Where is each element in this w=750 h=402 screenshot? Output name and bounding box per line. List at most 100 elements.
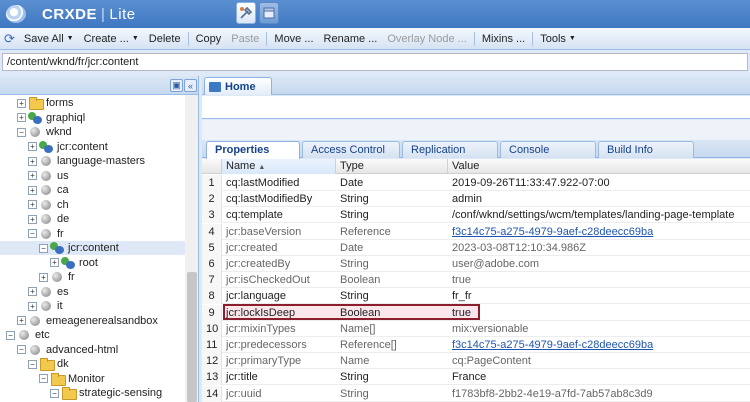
collapse-icon[interactable]: − xyxy=(39,243,48,253)
tree-node[interactable]: + emeagenerealsandbox xyxy=(0,314,190,328)
expand-icon[interactable]: + xyxy=(17,98,26,108)
tree-node[interactable]: + it xyxy=(0,299,190,313)
table-row[interactable]: 4 jcr:baseVersion Reference f3c14c75-a275-4… xyxy=(202,223,750,240)
tab-console[interactable]: Console xyxy=(500,141,596,158)
toolbar-paste-button[interactable]: Paste xyxy=(226,30,264,48)
expand-icon[interactable]: + xyxy=(39,272,48,282)
tree-node[interactable]: − Monitor xyxy=(0,372,190,386)
collapse-icon[interactable]: − xyxy=(39,374,48,383)
cell-type: String xyxy=(340,371,369,384)
table-row[interactable]: 11 jcr:predecessors Reference[] f3c14c75-a2… xyxy=(202,337,750,353)
tree-node[interactable]: − etc xyxy=(0,328,190,342)
expand-icon[interactable]: + xyxy=(17,316,26,325)
collapse-panel-icon[interactable]: « xyxy=(184,79,197,92)
toolbar-delete-button[interactable]: Delete xyxy=(144,30,186,48)
collapse-icon[interactable]: − xyxy=(28,229,37,238)
collapse-icon[interactable]: − xyxy=(17,345,26,354)
package-manager-icon[interactable] xyxy=(259,2,279,24)
tree-node[interactable]: + us xyxy=(0,169,190,183)
tree-node[interactable]: − dk xyxy=(0,357,190,371)
table-row[interactable]: 5 jcr:created Date 2023-03-08T12:10:34.986Z xyxy=(202,239,750,256)
collapse-icon[interactable]: − xyxy=(28,359,37,369)
cell-value[interactable]: f3c14c75-a275-4979-9aef-c28deecc69ba xyxy=(448,337,748,353)
expand-icon[interactable]: + xyxy=(28,185,37,195)
tree-node[interactable]: + forms xyxy=(0,96,190,110)
toolbar-copy-button[interactable]: Copy xyxy=(191,30,227,48)
develop-tools-icon[interactable] xyxy=(236,2,256,24)
cell-num: 1 xyxy=(202,175,222,191)
toolbar-tools-button[interactable]: Tools ▼ xyxy=(535,30,581,48)
column-header-value[interactable]: Value xyxy=(448,159,750,174)
tree-node[interactable]: − strategic-sensing xyxy=(0,386,190,400)
tree-node[interactable]: + de xyxy=(0,212,190,226)
table-row[interactable]: 14 jcr:uuid String f1783bf8-2bb2-4e19-a7fd-… xyxy=(202,385,750,402)
tree-node[interactable]: + ch xyxy=(0,198,190,212)
tree-node[interactable]: − fr xyxy=(0,227,190,241)
node-icon xyxy=(39,228,54,240)
tree-scrollbar-thumb[interactable] xyxy=(187,272,197,402)
table-row[interactable]: 3 cq:template String/conf/wknd/settings/wc… xyxy=(202,207,750,224)
expand-icon[interactable]: + xyxy=(28,171,37,180)
properties-grid: Name ▲ Type Value 1 cq:lastModified Date 201… xyxy=(202,159,750,402)
tab-properties[interactable]: Properties xyxy=(206,141,300,159)
toolbar-create-button[interactable]: Create ... ▼ xyxy=(79,30,144,48)
table-row[interactable]: 12 jcr:primaryType Name cq:PageContent xyxy=(202,353,750,370)
expand-icon[interactable]: + xyxy=(28,142,37,151)
refresh-icon[interactable]: ⟳ xyxy=(4,31,15,47)
expand-icon[interactable]: + xyxy=(28,200,37,209)
collapse-icon[interactable]: − xyxy=(50,388,59,398)
toolbar-move-button[interactable]: Move ... xyxy=(269,30,318,48)
component-icon xyxy=(28,111,43,124)
expand-icon[interactable]: + xyxy=(50,258,59,267)
toolbar-overlay-node-button[interactable]: Overlay Node ... xyxy=(382,30,471,48)
cell-value[interactable]: f3c14c75-a275-4979-9aef-c28deecc69ba xyxy=(448,224,748,240)
tree-node[interactable]: + graphiql xyxy=(0,111,190,125)
collapse-icon[interactable]: − xyxy=(17,127,26,137)
table-row[interactable]: 13 jcr:title String France xyxy=(202,369,750,386)
tab-replication[interactable]: Replication xyxy=(402,141,498,158)
tree-node[interactable]: − wknd xyxy=(0,125,190,139)
tree-node[interactable]: + language-masters xyxy=(0,154,190,168)
path-input[interactable]: /content/wknd/fr/jcr:content xyxy=(2,53,748,71)
tree-node[interactable]: + jcr:content xyxy=(0,140,190,154)
table-row[interactable]: 2 cq:lastModifiedBy String admin xyxy=(202,191,750,208)
tree-node[interactable]: + root xyxy=(0,256,190,270)
toolbar-save-all-button[interactable]: Save All ▼ xyxy=(19,30,79,48)
table-row[interactable]: 8 jcr:language String fr_fr xyxy=(202,288,750,305)
cell-name: jcr:isCheckedOut xyxy=(226,274,310,287)
tree-node[interactable]: − advanced-html xyxy=(0,343,190,357)
tab-home[interactable]: Home xyxy=(204,77,272,95)
table-row[interactable]: 7 jcr:isCheckedOut Boolean true xyxy=(202,272,750,289)
toolbar-separator xyxy=(266,31,268,46)
cell-name: jcr:baseVersion xyxy=(226,225,302,238)
tree-node[interactable]: − jcr:content xyxy=(0,241,190,255)
column-header-name[interactable]: Name ▲ xyxy=(222,159,336,174)
toolbar-mixins-button[interactable]: Mixins ... xyxy=(477,30,530,48)
expand-icon[interactable]: + xyxy=(28,156,37,166)
toolbar-rename-button[interactable]: Rename ... xyxy=(319,30,383,48)
cell-value: true xyxy=(452,274,471,287)
splitter-band[interactable] xyxy=(202,120,750,140)
table-row[interactable]: 6 jcr:createdBy String user@adobe.com xyxy=(202,256,750,272)
node-icon xyxy=(39,184,54,196)
tree-node[interactable]: + es xyxy=(0,285,190,299)
tree-node[interactable]: + fr xyxy=(0,270,190,284)
table-row[interactable]: 9 jcr:lockIsDeep Boolean true xyxy=(202,304,750,321)
tab-access-control[interactable]: Access Control xyxy=(302,141,400,158)
expand-icon[interactable]: + xyxy=(28,214,37,224)
cell-num: 14 xyxy=(202,385,222,402)
expand-icon[interactable]: + xyxy=(17,113,26,122)
tree-node-label: fr xyxy=(57,227,64,240)
table-row[interactable]: 1 cq:lastModified Date 2019-09-26T11:33:47.… xyxy=(202,175,750,191)
tree-node[interactable]: + ca xyxy=(0,183,190,197)
collapse-icon[interactable]: − xyxy=(6,330,15,340)
tree-node-label: ca xyxy=(57,184,69,196)
expand-icon[interactable]: + xyxy=(28,287,37,296)
expand-icon[interactable]: + xyxy=(28,301,37,311)
column-header-type[interactable]: Type xyxy=(336,159,448,174)
tree-node-label: jcr:content xyxy=(57,140,108,153)
cell-num: 11 xyxy=(202,337,222,353)
tab-build-info[interactable]: Build Info xyxy=(598,141,694,158)
table-row[interactable]: 10 jcr:mixinTypes Name[] mix:versionable xyxy=(202,320,750,337)
tree-home-icon[interactable]: ▣ xyxy=(170,79,183,92)
